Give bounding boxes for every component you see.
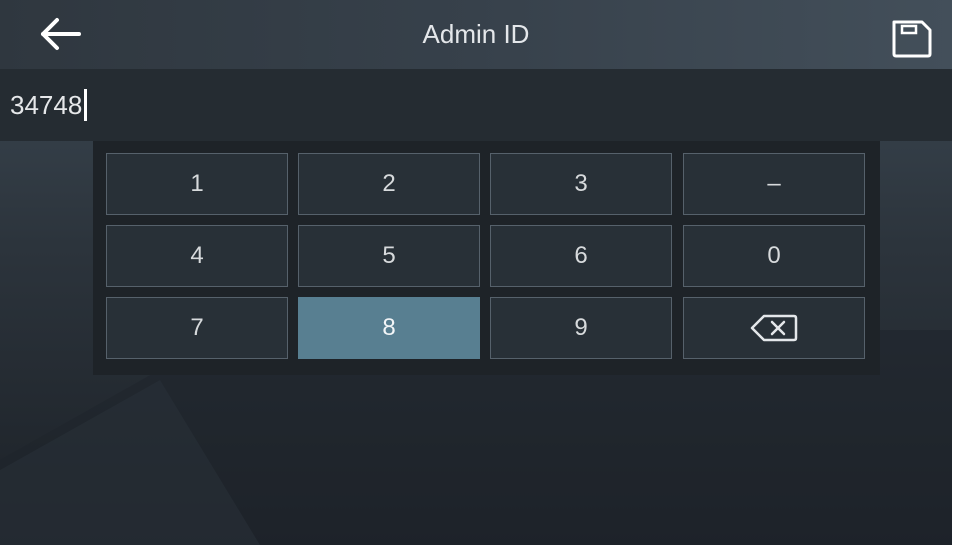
key-9[interactable]: 9 bbox=[490, 297, 672, 359]
input-value: 34748 bbox=[10, 90, 83, 120]
text-caret bbox=[84, 89, 88, 121]
arrow-left-icon bbox=[41, 18, 81, 50]
page-title: Admin ID bbox=[422, 19, 530, 49]
backspace-icon bbox=[750, 314, 798, 342]
key-7[interactable]: 7 bbox=[106, 297, 288, 359]
key-2[interactable]: 2 bbox=[298, 153, 480, 215]
key-dash[interactable]: – bbox=[683, 153, 865, 215]
key-5[interactable]: 5 bbox=[298, 225, 480, 287]
key-6[interactable]: 6 bbox=[490, 225, 672, 287]
numeric-keypad: 1 2 3 – 4 5 6 0 7 8 9 bbox=[93, 141, 880, 375]
save-button[interactable] bbox=[886, 16, 934, 60]
key-1[interactable]: 1 bbox=[106, 153, 288, 215]
key-8[interactable]: 8 bbox=[298, 297, 480, 359]
back-button[interactable] bbox=[32, 12, 88, 56]
key-0[interactable]: 0 bbox=[683, 225, 865, 287]
key-3[interactable]: 3 bbox=[490, 153, 672, 215]
screen: Admin ID 34748 1 2 3 – 4 5 6 0 7 8 9 bbox=[0, 0, 952, 545]
key-4[interactable]: 4 bbox=[106, 225, 288, 287]
backspace-button[interactable] bbox=[683, 297, 865, 359]
header-bar: Admin ID bbox=[0, 0, 952, 69]
id-input-field[interactable]: 34748 bbox=[0, 69, 952, 141]
floppy-save-icon bbox=[892, 20, 932, 58]
